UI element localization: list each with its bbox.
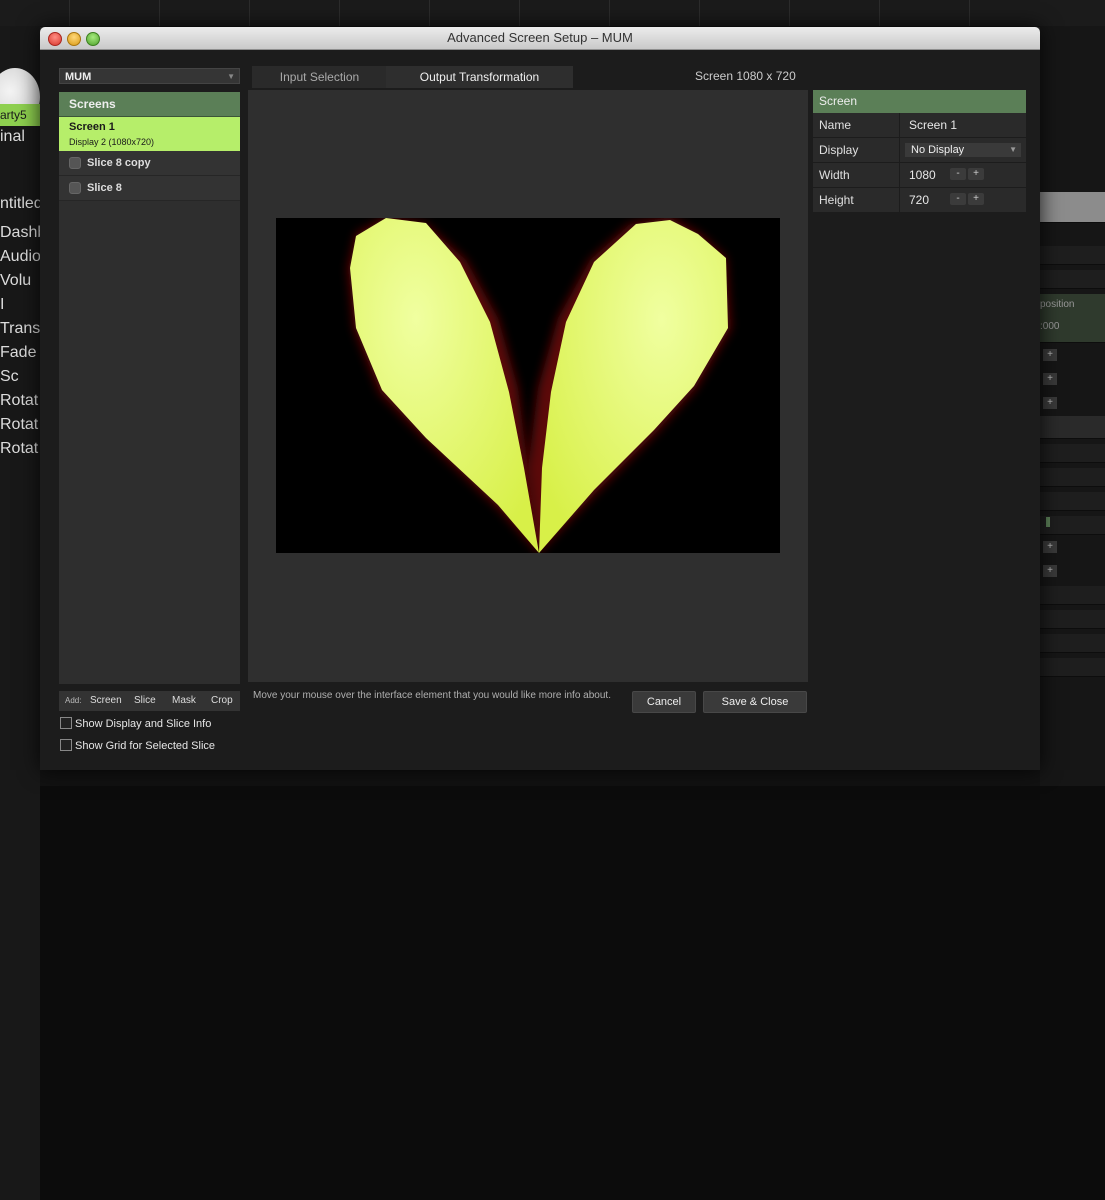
- width-decrement-button[interactable]: -: [950, 168, 966, 180]
- property-label: Width: [813, 163, 900, 187]
- width-increment-button[interactable]: +: [968, 168, 984, 180]
- output-workarea[interactable]: [248, 90, 808, 682]
- slice-name: Slice 8 copy: [87, 157, 151, 169]
- add-label: Add:: [65, 696, 82, 705]
- property-display-row: Display No Display ▼: [813, 138, 1026, 163]
- preset-select[interactable]: MUM ▼: [59, 68, 240, 84]
- background-plus-button: +: [1043, 541, 1057, 553]
- add-slice-button[interactable]: Slice: [134, 691, 156, 711]
- screen-name: Screen 1: [69, 121, 115, 133]
- show-display-info-checkbox[interactable]: [60, 717, 72, 729]
- background-plus-button: +: [1043, 397, 1057, 409]
- height-increment-button[interactable]: +: [968, 193, 984, 205]
- slice-enable-checkbox[interactable]: [69, 182, 81, 194]
- property-label: Height: [813, 188, 900, 212]
- height-field[interactable]: 720: [909, 188, 929, 212]
- save-close-button[interactable]: Save & Close: [703, 691, 807, 713]
- height-decrement-button[interactable]: -: [950, 193, 966, 205]
- chevron-down-icon: ▼: [227, 72, 235, 81]
- screen-name-field[interactable]: Screen 1: [909, 113, 957, 137]
- display-select[interactable]: No Display ▼: [905, 143, 1021, 157]
- dialog-content: MUM ▼ Screens Screen 1 Display 2 (1080x7…: [40, 50, 1040, 770]
- output-canvas[interactable]: [276, 218, 780, 553]
- cancel-button[interactable]: Cancel: [632, 691, 696, 713]
- show-grid-label: Show Grid for Selected Slice: [75, 740, 216, 752]
- help-info-text: Move your mouse over the interface eleme…: [253, 690, 611, 701]
- background-plus-button: +: [1043, 373, 1057, 385]
- property-label: Display: [813, 138, 900, 162]
- background-topbar: [0, 0, 1105, 26]
- show-grid-option[interactable]: Show Grid for Selected Slice: [60, 739, 215, 752]
- add-screen-button[interactable]: Screen: [90, 691, 122, 711]
- background-label-green: arty5: [0, 104, 40, 126]
- add-crop-button[interactable]: Crop: [211, 691, 233, 711]
- output-preview: [348, 218, 731, 553]
- properties-panel: Screen Name Screen 1 Display No Display …: [813, 90, 1026, 213]
- property-height-row: Height 720 - +: [813, 188, 1026, 213]
- background-level-indicator: [1046, 517, 1050, 527]
- slice-list-item[interactable]: Slice 8 copy: [59, 151, 240, 176]
- screen-display-info: Display 2 (1080x720): [69, 137, 155, 147]
- width-field[interactable]: 1080: [909, 163, 936, 187]
- background-plus-button: +: [1043, 565, 1057, 577]
- screens-header: Screens: [59, 92, 240, 117]
- slice-enable-checkbox[interactable]: [69, 157, 81, 169]
- screens-panel: Screens Screen 1 Display 2 (1080x720) Sl…: [59, 92, 240, 684]
- screen-size-label: Screen 1080 x 720: [695, 69, 796, 83]
- show-display-info-option[interactable]: Show Display and Slice Info: [60, 717, 211, 730]
- display-select-value: No Display: [911, 144, 965, 156]
- show-display-info-label: Show Display and Slice Info: [75, 718, 212, 730]
- property-name-row: Name Screen 1: [813, 113, 1026, 138]
- background-label: Rotat: [0, 440, 40, 1200]
- chevron-down-icon: ▼: [1009, 145, 1017, 154]
- properties-header: Screen: [813, 90, 1026, 113]
- slice-list-item[interactable]: Slice 8: [59, 176, 240, 201]
- property-width-row: Width 1080 - +: [813, 163, 1026, 188]
- screen-list-item[interactable]: Screen 1 Display 2 (1080x720): [59, 117, 240, 151]
- advanced-screen-setup-dialog: Advanced Screen Setup – MUM MUM ▼ Screen…: [40, 27, 1040, 770]
- window-title: Advanced Screen Setup – MUM: [447, 30, 633, 45]
- tab-input-selection[interactable]: Input Selection: [252, 66, 387, 88]
- tab-output-transformation[interactable]: Output Transformation: [386, 66, 573, 88]
- background-plus-button: +: [1043, 349, 1057, 361]
- show-grid-checkbox[interactable]: [60, 739, 72, 751]
- property-label: Name: [813, 113, 900, 137]
- slice-name: Slice 8: [87, 182, 122, 194]
- background-label: :000: [1040, 321, 1060, 332]
- add-mask-button[interactable]: Mask: [172, 691, 196, 711]
- background-label: position: [1040, 299, 1075, 310]
- preset-select-value: MUM: [65, 71, 92, 83]
- window-titlebar: Advanced Screen Setup – MUM: [40, 27, 1040, 50]
- right-slice-shape[interactable]: [539, 220, 728, 553]
- add-toolbar: Add: Screen Slice Mask Crop: [59, 691, 240, 711]
